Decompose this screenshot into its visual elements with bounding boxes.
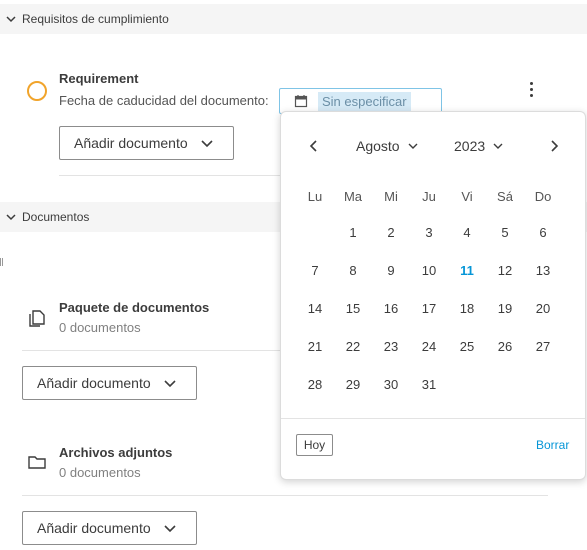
calendar-week-row: 7 8 9 10 11 12 13 [296, 260, 562, 298]
calendar-day[interactable]: 12 [486, 260, 524, 298]
calendar-week-row: 21 22 23 24 25 26 27 [296, 336, 562, 374]
calendar-day[interactable]: 26 [486, 336, 524, 374]
requirements-section-title: Requisitos de cumplimiento [22, 12, 169, 26]
calendar-day[interactable]: 28 [296, 374, 334, 412]
calendar-day[interactable]: 14 [296, 298, 334, 336]
document-package-title: Paquete de documentos [59, 300, 210, 315]
calendar-week-row: 123456 [296, 222, 562, 260]
calendar-day[interactable]: 31 [410, 374, 448, 412]
year-label: 2023 [454, 138, 486, 154]
weekday-label: Mi [384, 189, 398, 204]
attachments-title: Archivos adjuntos [59, 445, 173, 460]
weekday-label: Ma [343, 189, 363, 204]
calendar-day[interactable]: 19 [486, 298, 524, 336]
calendar-day-today[interactable]: 11 [448, 260, 486, 298]
add-attachment-button[interactable]: Añadir documento [22, 511, 197, 545]
calendar-empty-cell [486, 374, 524, 412]
resize-handle[interactable] [0, 258, 3, 266]
calendar-day[interactable]: 13 [524, 260, 562, 298]
month-label: Agosto [356, 138, 400, 154]
calendar-day[interactable]: 9 [372, 260, 410, 298]
divider [22, 350, 287, 351]
month-select[interactable]: Agosto [356, 138, 418, 154]
calendar-navigation: Agosto 2023 [281, 136, 585, 158]
date-picker-popup: Agosto 2023 Lu Ma Mi Ju Vi Sá Do 1234567… [280, 111, 586, 480]
calendar-day[interactable]: 6 [524, 222, 562, 260]
weekday-header: Lu Ma Mi Ju Vi Sá Do [296, 189, 562, 204]
calendar-day[interactable]: 30 [372, 374, 410, 412]
calendar-day[interactable]: 17 [410, 298, 448, 336]
expiry-date-label: Fecha de caducidad del documento: [59, 93, 269, 108]
chevron-left-icon[interactable] [307, 139, 321, 153]
calendar-day[interactable]: 3 [410, 222, 448, 260]
documents-section-title: Documentos [22, 210, 90, 224]
chevron-right-icon[interactable] [547, 139, 561, 153]
calendar-day[interactable]: 8 [334, 260, 372, 298]
chevron-down-icon [408, 143, 418, 149]
weekday-label: Lu [307, 189, 323, 204]
chevron-down-icon [493, 143, 503, 149]
today-button[interactable]: Hoy [296, 434, 333, 456]
calendar-day[interactable]: 7 [296, 260, 334, 298]
calendar-day[interactable]: 21 [296, 336, 334, 374]
calendar-day[interactable]: 5 [486, 222, 524, 260]
calendar-day[interactable]: 4 [448, 222, 486, 260]
add-document-label: Añadir documento [37, 375, 151, 391]
chevron-down-icon [164, 380, 176, 388]
calendar-week-row: 28 29 30 31 [296, 374, 562, 412]
calendar-day[interactable]: 1 [334, 222, 372, 260]
weekday-label: Sá [497, 189, 513, 204]
date-placeholder: Sin especificar [318, 91, 411, 111]
chevron-down-icon [6, 214, 16, 221]
attachments-count: 0 documentos [59, 465, 141, 480]
add-document-label: Añadir documento [37, 520, 151, 536]
requirement-status-icon [27, 81, 47, 101]
calendar-day[interactable]: 27 [524, 336, 562, 374]
calendar-empty-cell [524, 374, 562, 412]
chevron-down-icon [6, 16, 16, 23]
divider [281, 418, 585, 419]
calendar-empty-cell [448, 374, 486, 412]
calendar-day[interactable]: 18 [448, 298, 486, 336]
requirements-section-header[interactable]: Requisitos de cumplimiento [0, 4, 587, 34]
calendar-day[interactable]: 25 [448, 336, 486, 374]
weekday-label: Ju [422, 189, 436, 204]
divider [59, 175, 289, 176]
calendar-day[interactable]: 23 [372, 336, 410, 374]
calendar-days-grid: 1 2 3 4 5 6 7 8 9 10 11 12 13 14 15 16 17 18 19 20 21 22 23 24 2… [296, 222, 562, 412]
calendar-day[interactable]: 16 [372, 298, 410, 336]
calendar-day[interactable]: 15 [334, 298, 372, 336]
chevron-down-icon [164, 525, 176, 533]
requirement-title: Requirement [59, 71, 139, 86]
add-document-label: Añadir documento [74, 135, 188, 151]
year-select[interactable]: 2023 [454, 138, 503, 154]
clear-button[interactable]: Borrar [536, 438, 569, 452]
calendar-day[interactable]: 24 [410, 336, 448, 374]
add-document-package-button[interactable]: Añadir documento [22, 366, 197, 400]
document-package-count: 0 documentos [59, 320, 141, 335]
documents-stack-icon [29, 310, 45, 327]
weekday-label: Vi [461, 189, 473, 204]
add-document-button[interactable]: Añadir documento [59, 126, 234, 160]
calendar-day[interactable]: 29 [334, 374, 372, 412]
folder-icon [28, 456, 46, 469]
weekday-label: Do [534, 189, 552, 204]
calendar-icon [294, 95, 308, 108]
calendar-day[interactable]: 10 [410, 260, 448, 298]
calendar-day[interactable]: 22 [334, 336, 372, 374]
calendar-day[interactable]: 20 [524, 298, 562, 336]
chevron-down-icon [201, 140, 213, 148]
more-options-icon[interactable] [527, 82, 535, 102]
divider [22, 495, 548, 496]
calendar-empty-cell [296, 222, 334, 260]
calendar-day[interactable]: 2 [372, 222, 410, 260]
calendar-week-row: 14 15 16 17 18 19 20 [296, 298, 562, 336]
